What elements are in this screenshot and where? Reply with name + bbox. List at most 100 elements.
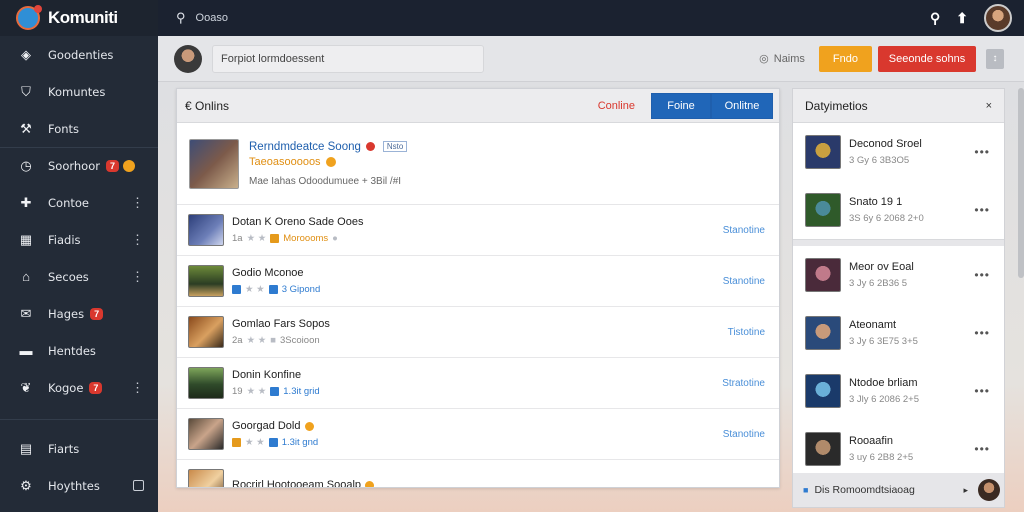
item-action-link[interactable]: Tistotine [728, 327, 765, 338]
sidebar-item-label: Goodenties [48, 47, 114, 62]
more-horizontal-icon[interactable]: ••• [974, 442, 990, 456]
scrollbar[interactable] [1018, 88, 1024, 278]
item-title: Godio Mconoe [232, 267, 304, 279]
hammer-icon: ⚒ [20, 120, 32, 136]
item-name: Rooaafin [849, 435, 894, 447]
sort-button[interactable]: ↕ [986, 48, 1004, 69]
sidebar-item-contoe[interactable]: ✚ Contoe ⋮ [0, 184, 158, 221]
item-title: Goorgad Dold [232, 420, 301, 432]
more-horizontal-icon[interactable]: ••• [974, 268, 990, 282]
sidebar-item-hentdes[interactable]: ▬ Hentdes [0, 332, 158, 369]
item-thumbnail [188, 469, 224, 487]
building-icon: ▤ [19, 440, 33, 456]
close-icon[interactable]: × [986, 100, 992, 112]
sidebar-item-soorhoor[interactable]: ◷ Soorhoor 7 [0, 147, 158, 184]
online-status[interactable]: Conline [598, 100, 635, 112]
more-horizontal-icon[interactable]: ••• [974, 145, 990, 159]
sidebar-item-fiarts[interactable]: ▤ Fiarts [0, 430, 158, 467]
sidebar-item-label: Fiarts [48, 441, 80, 456]
avatar[interactable] [174, 44, 202, 73]
star-icon: ★ ★ [245, 284, 265, 295]
list-item[interactable]: Gomlao Fars Sopos 2a ★ ★ ■ 3Scoioon Tist… [177, 307, 779, 358]
item-text: Snato 19 1 3S 6y 6 2068 2+0 [849, 196, 924, 224]
sidebar-item-label: Contoe [48, 195, 89, 210]
item-text: Donin Konfine 19 ★ ★ 1.3it grid [232, 369, 320, 397]
item-action-link[interactable]: Stanotine [723, 276, 765, 287]
panel-header: Datyimetios × [793, 89, 1004, 123]
more-vertical-icon[interactable]: ⋮ [131, 195, 144, 211]
tag-icon: ■ [270, 335, 277, 346]
sidebar-item-hoythtes[interactable]: ⚙ Hoythtes [0, 467, 158, 504]
item-meta: 1a ★ ★ Moroooms ● [232, 233, 363, 244]
search-input[interactable] [195, 12, 396, 24]
item-value: 3Scoioon [280, 335, 320, 346]
shield-icon: ◈ [21, 46, 31, 62]
item-action-link[interactable]: Stratotine [722, 378, 765, 389]
item-action-link[interactable]: Stanotine [723, 429, 765, 440]
list-item[interactable]: Dotan K Oreno Sade Ooes 1a ★ ★ Moroooms … [177, 205, 779, 256]
item-value: 1.3it grid [283, 386, 320, 397]
featured-subtitle-row: Taeoasooooos [249, 156, 407, 168]
sidebar: Komuniti ◈ Goodenties ⛉ Komuntes ⚒ Fonts… [0, 0, 158, 512]
search-icon[interactable]: ⚲ [176, 10, 186, 26]
sidebar-item-fiadis[interactable]: ▦ Fiadis ⋮ [0, 221, 158, 258]
item-thumbnail [805, 135, 841, 169]
user-avatar[interactable] [984, 4, 1012, 32]
tab-onlitne[interactable]: Onlitne [711, 92, 773, 119]
post-input[interactable] [212, 44, 484, 73]
more-horizontal-icon[interactable]: ••• [974, 384, 990, 398]
more-vertical-icon[interactable]: ⋮ [131, 269, 144, 285]
activity-item[interactable]: Meor ov Eoal 3 Jy 6 2B36 5 ••• [793, 246, 1004, 304]
activity-item[interactable]: Deconod Sroel 3 Gy 6 3B3O5 ••• [793, 123, 1004, 181]
chevron-right-icon[interactable]: ▸ [963, 485, 968, 496]
primary-action-button[interactable]: Fndo [818, 45, 872, 72]
list-item[interactable]: Goorgad Dold ★ ★ 1.3it gnd Stanotine [177, 409, 779, 460]
brand[interactable]: Komuniti [0, 0, 158, 36]
item-title: Gomlao Fars Sopos [232, 318, 330, 330]
panel-title: Datyimetios [805, 98, 868, 113]
upload-icon[interactable]: ⬆ [956, 10, 968, 27]
panel-footer[interactable]: ■ Dis Romoomdtsiaoag ▸ [793, 473, 1004, 507]
item-thumbnail [188, 214, 224, 246]
sidebar-item-label: Fonts [48, 121, 80, 136]
collapse-icon[interactable] [133, 480, 144, 491]
more-horizontal-icon[interactable]: ••• [974, 203, 990, 217]
tag-icon [232, 438, 241, 447]
item-value: 1.3it gnd [281, 437, 319, 448]
item-title: Donin Konfine [232, 369, 302, 381]
item-action-link[interactable]: Stanotine [723, 225, 765, 236]
sidebar-item-fonts[interactable]: ⚒ Fonts [0, 110, 158, 147]
item-text: Deconod Sroel 3 Gy 6 3B3O5 [849, 138, 922, 166]
list-item[interactable]: Donin Konfine 19 ★ ★ 1.3it grid Stratoti… [177, 358, 779, 409]
status-indicator[interactable]: ◎ Naims [759, 52, 805, 66]
app-name: Komuniti [48, 8, 118, 27]
activity-item[interactable]: Ntodoe brliam 3 Jly 6 2086 2+5 ••• [793, 362, 1004, 420]
item-meta: 19 ★ ★ 1.3it grid [232, 386, 320, 397]
sidebar-item-komuntes[interactable]: ⛉ Komuntes [0, 73, 158, 110]
item-text: Godio Mconoe ★ ★ 3 Gipond [232, 267, 320, 295]
list-item[interactable]: Rocrirl Hootooeam Sooalp [177, 460, 779, 487]
star-icon: ★ ★ [246, 386, 267, 397]
status-dot-icon [123, 160, 136, 172]
activity-item[interactable]: Rooaafin 3 uy 6 2B8 2+5 ••• [793, 420, 1004, 478]
notification-badge: 7 [90, 307, 104, 320]
secondary-action-button[interactable]: Seeonde sohns [878, 45, 976, 72]
status-label: Naims [773, 52, 805, 65]
list-item[interactable]: Godio Mconoe ★ ★ 3 Gipond Stanotine [177, 256, 779, 307]
activity-item[interactable]: Snato 19 1 3S 6y 6 2068 2+0 ••• [793, 181, 1004, 239]
sidebar-item-hages[interactable]: ✉ Hages 7 [0, 295, 158, 332]
notification-badge: 7 [89, 381, 103, 394]
more-vertical-icon[interactable]: ⋮ [131, 380, 144, 396]
more-vertical-icon[interactable]: ⋮ [131, 232, 144, 248]
tag-icon [268, 285, 278, 294]
featured-subtitle: Taeoasooooos [249, 155, 321, 168]
tab-foine[interactable]: Foine [651, 92, 711, 119]
activity-item[interactable]: Ateonamt 3 Jy 6 3E75 3+5 ••• [793, 304, 1004, 362]
sidebar-item-kogoe[interactable]: ❦ Kogoe 7 ⋮ [0, 369, 158, 406]
sidebar-item-secoes[interactable]: ⌂ Secoes ⋮ [0, 258, 158, 295]
more-horizontal-icon[interactable]: ••• [974, 326, 990, 340]
search-icon[interactable]: ⚲ [930, 10, 940, 27]
sidebar-item-goodenties[interactable]: ◈ Goodenties [0, 36, 158, 73]
avatar[interactable] [978, 479, 1000, 501]
featured-item[interactable]: Rerndmdeatce Soong Nsto Taeoasooooos Mae… [177, 123, 779, 205]
